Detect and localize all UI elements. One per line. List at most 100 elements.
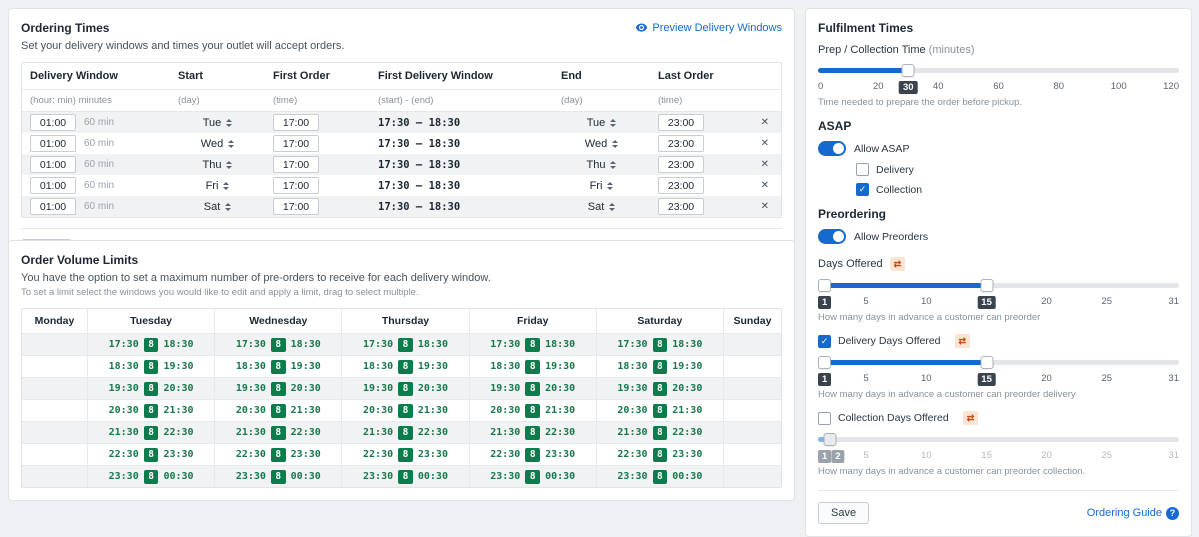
start-day-select[interactable]: Tue bbox=[203, 117, 233, 129]
volume-window-cell[interactable]: 17:30818:30 bbox=[214, 334, 341, 355]
volume-window-cell[interactable]: 18:30819:30 bbox=[214, 356, 341, 377]
start-day-select[interactable]: Fri bbox=[206, 180, 230, 192]
delivery-window-duration-input[interactable] bbox=[30, 198, 76, 215]
end-day-select[interactable]: Sat bbox=[588, 201, 616, 213]
volume-window-cell[interactable]: 19:30820:30 bbox=[214, 378, 341, 399]
volume-window-cell[interactable]: 17:30818:30 bbox=[341, 334, 468, 355]
sync-arrows-icon: ⇄ bbox=[955, 334, 971, 348]
first-order-time-input[interactable] bbox=[273, 177, 319, 194]
delivery-window-duration-input[interactable] bbox=[30, 114, 76, 131]
volume-window-cell[interactable]: 23:30800:30 bbox=[469, 466, 596, 487]
delete-row-button[interactable]: ✕ bbox=[757, 159, 773, 170]
last-order-time-input[interactable] bbox=[658, 198, 704, 215]
volume-window-cell[interactable]: 20:30821:30 bbox=[214, 400, 341, 421]
collection-days-handle bbox=[823, 433, 836, 446]
volume-window-cell[interactable]: 17:30818:30 bbox=[596, 334, 723, 355]
ordering-times-panel: Ordering Times Set your delivery windows… bbox=[8, 8, 795, 274]
volume-window-cell[interactable]: 20:30821:30 bbox=[87, 400, 214, 421]
days-offered-handle-low[interactable] bbox=[818, 279, 831, 292]
delivery-window-duration-input[interactable] bbox=[30, 135, 76, 152]
ordering-guide-link[interactable]: Ordering Guide ? bbox=[1087, 507, 1179, 520]
prep-time-slider[interactable]: 0 20 30 40 60 80 100 120 bbox=[818, 63, 1179, 95]
delete-row-button[interactable]: ✕ bbox=[757, 201, 773, 212]
volume-window-cell[interactable]: 19:30820:30 bbox=[469, 378, 596, 399]
days-offered-handle-high[interactable] bbox=[980, 279, 993, 292]
delivery-days-handle-low[interactable] bbox=[818, 356, 831, 369]
volume-window-cell[interactable]: 21:30822:30 bbox=[596, 422, 723, 443]
volume-window-cell[interactable]: 22:30823:30 bbox=[341, 444, 468, 465]
start-day-select[interactable]: Wed bbox=[201, 138, 234, 150]
delete-row-button[interactable]: ✕ bbox=[757, 180, 773, 191]
delete-row-button[interactable]: ✕ bbox=[757, 138, 773, 149]
delivery-days-handle-high[interactable] bbox=[980, 356, 993, 369]
chevron-updown-icon bbox=[228, 140, 234, 148]
volume-empty-cell bbox=[22, 444, 87, 465]
window-end-time: 21:30 bbox=[545, 405, 575, 416]
order-limit-badge: 8 bbox=[525, 338, 540, 352]
order-limit-badge: 8 bbox=[525, 404, 540, 418]
end-day-select[interactable]: Fri bbox=[590, 180, 614, 192]
delivery-days-slider[interactable]: 1 5 10 15 20 25 31 bbox=[818, 355, 1179, 387]
window-start-time: 19:30 bbox=[490, 383, 520, 394]
first-order-time-input[interactable] bbox=[273, 114, 319, 131]
volume-window-cell[interactable]: 21:30822:30 bbox=[214, 422, 341, 443]
volume-window-cell[interactable]: 20:30821:30 bbox=[596, 400, 723, 421]
volume-window-cell[interactable]: 19:30820:30 bbox=[596, 378, 723, 399]
volume-window-cell[interactable]: 18:30819:30 bbox=[341, 356, 468, 377]
volume-window-cell[interactable]: 17:30818:30 bbox=[87, 334, 214, 355]
volume-window-cell[interactable]: 21:30822:30 bbox=[341, 422, 468, 443]
volume-window-cell[interactable]: 20:30821:30 bbox=[341, 400, 468, 421]
volume-window-cell[interactable]: 17:30818:30 bbox=[469, 334, 596, 355]
volume-empty-cell bbox=[723, 422, 781, 443]
end-day-select[interactable]: Thu bbox=[587, 159, 617, 171]
start-day-select[interactable]: Thu bbox=[203, 159, 233, 171]
volume-window-cell[interactable]: 22:30823:30 bbox=[469, 444, 596, 465]
fulfilment-save-button[interactable]: Save bbox=[818, 502, 869, 524]
days-offered-slider[interactable]: 1 5 10 15 20 25 31 bbox=[818, 278, 1179, 310]
order-limit-badge: 8 bbox=[144, 338, 159, 352]
ordering-table-row: 60 min Sat 17:30 – 18:30 Sat ✕ bbox=[22, 196, 781, 217]
end-day-select[interactable]: Wed bbox=[585, 138, 618, 150]
volume-window-cell[interactable]: 23:30800:30 bbox=[341, 466, 468, 487]
volume-window-cell[interactable]: 19:30820:30 bbox=[341, 378, 468, 399]
volume-window-cell[interactable]: 20:30821:30 bbox=[469, 400, 596, 421]
asap-collection-checkbox[interactable]: ✓ bbox=[856, 183, 869, 196]
delivery-window-duration-input[interactable] bbox=[30, 177, 76, 194]
first-order-time-input[interactable] bbox=[273, 156, 319, 173]
end-day-select[interactable]: Tue bbox=[587, 117, 617, 129]
asap-delivery-checkbox[interactable] bbox=[856, 163, 869, 176]
last-order-time-input[interactable] bbox=[658, 135, 704, 152]
preview-delivery-windows-link[interactable]: Preview Delivery Windows bbox=[635, 21, 782, 34]
delivery-days-offered-checkbox[interactable]: ✓ bbox=[818, 335, 831, 348]
volume-window-cell[interactable]: 18:30819:30 bbox=[469, 356, 596, 377]
volume-window-cell[interactable]: 21:30822:30 bbox=[469, 422, 596, 443]
prep-time-slider-handle[interactable] bbox=[902, 64, 915, 77]
volume-window-cell[interactable]: 23:30800:30 bbox=[596, 466, 723, 487]
volume-window-cell[interactable]: 22:30823:30 bbox=[87, 444, 214, 465]
volume-day-header: Tuesday bbox=[87, 309, 214, 333]
delete-row-button[interactable]: ✕ bbox=[757, 117, 773, 128]
volume-window-cell[interactable]: 22:30823:30 bbox=[596, 444, 723, 465]
last-order-time-input[interactable] bbox=[658, 156, 704, 173]
window-end-time: 19:30 bbox=[672, 361, 702, 372]
volume-window-cell[interactable]: 21:30822:30 bbox=[87, 422, 214, 443]
volume-window-cell[interactable]: 18:30819:30 bbox=[596, 356, 723, 377]
volume-table-row: 17:30818:3017:30818:3017:30818:3017:3081… bbox=[22, 333, 781, 355]
last-order-time-input[interactable] bbox=[658, 114, 704, 131]
first-order-time-input[interactable] bbox=[273, 135, 319, 152]
last-order-time-input[interactable] bbox=[658, 177, 704, 194]
allow-asap-toggle[interactable] bbox=[818, 141, 846, 156]
volume-window-cell[interactable]: 22:30823:30 bbox=[214, 444, 341, 465]
start-day-select[interactable]: Sat bbox=[204, 201, 232, 213]
allow-preorders-toggle[interactable] bbox=[818, 229, 846, 244]
delivery-window-duration-input[interactable] bbox=[30, 156, 76, 173]
volume-window-cell[interactable]: 23:30800:30 bbox=[214, 466, 341, 487]
volume-window-cell[interactable]: 19:30820:30 bbox=[87, 378, 214, 399]
window-end-time: 18:30 bbox=[545, 339, 575, 350]
volume-window-cell[interactable]: 23:30800:30 bbox=[87, 466, 214, 487]
ordering-table-body: 60 min Tue 17:30 – 18:30 Tue ✕ bbox=[22, 112, 781, 217]
ordering-times-table: Delivery Window Start First Order First … bbox=[21, 62, 782, 218]
volume-window-cell[interactable]: 18:30819:30 bbox=[87, 356, 214, 377]
collection-days-offered-checkbox[interactable] bbox=[818, 412, 831, 425]
first-order-time-input[interactable] bbox=[273, 198, 319, 215]
